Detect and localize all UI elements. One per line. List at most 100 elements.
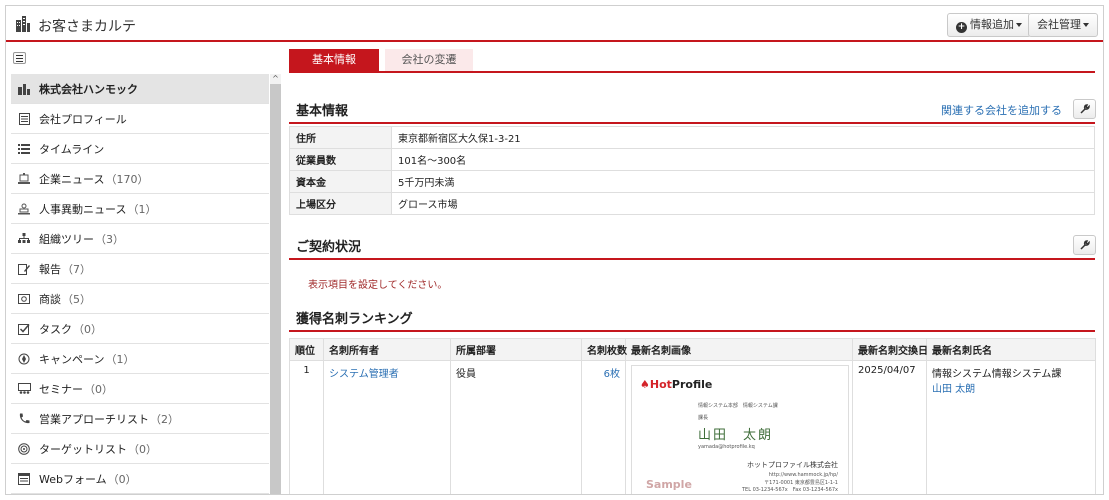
sidebar-item-count: （7） [62,262,91,276]
sidebar-item-count: （2） [150,412,179,426]
owner-link[interactable]: システム管理者 [329,369,399,380]
card-dept: 情報システム本部 情報システム課 [698,403,778,409]
building-logo-icon [16,16,30,32]
table-row: 住所 東京都新宿区大久保1-3-21 [289,126,1095,149]
info-value: 101名～300名 [391,148,1095,171]
card-sample-watermark: Sample [646,478,692,491]
sidebar-item-label: 営業アプローチリスト [39,412,149,426]
sidebar-list: 株式会社ハンモック 会社プロフィール タイムライン 企業ニュース （170） 人… [11,74,269,494]
card-url: http://www.hammock.jp/hp/ [768,472,838,478]
info-key: 上場区分 [289,192,392,215]
sidebar-item-seminar[interactable]: セミナー （0） [11,374,269,404]
document-icon [17,112,31,126]
sidebar-item-label: セミナー [39,382,83,396]
card-email: yamada@hotprofile.kq [698,444,755,450]
contract-notice: 表示項目を設定してください。 [308,280,448,291]
scroll-up-arrow-icon[interactable]: ^ [270,74,281,84]
sidebar-item-timeline[interactable]: タイムライン [11,134,269,164]
business-card-image[interactable]: ♠HotProfile 情報システム本部 情報システム課 課長 山田 太朗 ya… [631,365,849,494]
sidebar-item-label: 報告 [39,262,61,276]
caret-down-icon [1016,23,1022,27]
table-row: 1 システム管理者 役員 6枚 ♠HotProfile 情報システム本部 情報シ… [289,360,1096,494]
exchange-date-cell: 2025/04/07 [852,360,927,494]
sidebar-item-target-list[interactable]: ターゲットリスト （0） [11,434,269,464]
sidebar-scrollbar[interactable] [270,74,281,494]
contract-divider [289,258,1095,260]
sidebar-item-label: Webフォーム [39,472,107,486]
column-header: 名刺枚数 [581,338,627,361]
sidebar: 株式会社ハンモック 会社プロフィール タイムライン 企業ニュース （170） 人… [6,44,282,494]
sidebar-item-label: 人事異動ニュース [39,202,127,216]
tab-underline [289,71,1095,73]
flame-icon: ♠ [640,378,650,391]
sidebar-item-label: キャンペーン [39,352,105,366]
sidebar-item-webform[interactable]: Webフォーム （0） [11,464,269,494]
phone-icon [17,412,31,426]
app-window: お客さまカルテ + 情報追加 会社管理 株式会社ハンモック 会社プロフィール タ… [5,5,1104,495]
column-header: 最新名刺氏名 [926,338,1096,361]
add-info-button[interactable]: + 情報追加 [947,13,1031,37]
basic-info-settings-button[interactable] [1073,99,1096,119]
latest-department: 情報システム情報システム課 [932,369,1062,380]
info-key: 従業員数 [289,148,392,171]
sidebar-item-count: （3） [95,232,124,246]
latest-name-link[interactable]: 山田 太朗 [932,380,1090,395]
info-value: 5千万円未満 [391,170,1095,193]
basic-info-divider [289,122,1095,124]
card-logo: ♠HotProfile [640,378,713,391]
report-icon [17,262,31,276]
sidebar-item-label: 組織ツリー [39,232,94,246]
info-key: 資本金 [289,170,392,193]
company-admin-button[interactable]: 会社管理 [1028,13,1098,37]
table-header-row: 順位 名刺所有者 所属部署 名刺枚数 最新名刺画像 最新名刺交換日 最新名刺氏名 [289,338,1096,361]
building-icon [17,82,31,96]
sidebar-item-count: （0） [128,442,157,456]
company-admin-label: 会社管理 [1037,18,1081,31]
list-icon [17,142,31,156]
card-name: 山田 太朗 [698,428,774,443]
table-row: 上場区分 グロース市場 [289,192,1095,215]
column-header: 最新名刺画像 [625,338,853,361]
org-tree-icon [17,232,31,246]
sidebar-item-label: 株式会社ハンモック [39,82,138,96]
sidebar-item-deal[interactable]: 商談 （5） [11,284,269,314]
department-cell: 役員 [450,360,582,494]
add-related-company-link[interactable]: 関連する会社を追加する [941,102,1062,118]
sidebar-item-company[interactable]: 株式会社ハンモック [11,74,269,104]
ranking-divider [289,330,1095,332]
sidebar-toggle-icon[interactable] [13,52,26,64]
tab-company-history[interactable]: 会社の変遷 [385,49,473,71]
sidebar-item-label: 商談 [39,292,61,306]
count-cell: 6枚 [581,360,626,494]
sidebar-item-personnel-news[interactable]: 人事異動ニュース （1） [11,194,269,224]
contract-settings-button[interactable] [1073,235,1096,255]
sidebar-item-task[interactable]: タスク （0） [11,314,269,344]
column-header: 名刺所有者 [323,338,451,361]
sidebar-item-label: ターゲットリスト [39,442,127,456]
task-check-icon [17,322,31,336]
ranking-title: 獲得名刺ランキング [296,312,413,327]
contract-title: ご契約状況 [296,240,362,255]
sidebar-item-count: （1） [127,202,157,216]
sidebar-item-org-tree[interactable]: 組織ツリー （3） [11,224,269,254]
tab-basic-info[interactable]: 基本情報 [289,49,379,71]
card-count-link[interactable]: 6枚 [604,369,620,380]
news-icon [17,172,31,186]
sidebar-item-campaign[interactable]: キャンペーン （1） [11,344,269,374]
sidebar-item-count: （0） [73,322,102,336]
seminar-icon [17,382,31,396]
ranking-table: 順位 名刺所有者 所属部署 名刺枚数 最新名刺画像 最新名刺交換日 最新名刺氏名… [289,338,1096,494]
main-content: 基本情報 会社の変遷 基本情報 関連する会社を追加する 住所 東京都新宿区大久保… [286,44,1098,494]
table-row: 資本金 5千万円未満 [289,170,1095,193]
info-value: 東京都新宿区大久保1-3-21 [391,126,1095,149]
sidebar-item-sales-approach[interactable]: 営業アプローチリスト （2） [11,404,269,434]
info-key: 住所 [289,126,392,149]
sidebar-item-profile[interactable]: 会社プロフィール [11,104,269,134]
sidebar-item-report[interactable]: 報告 （7） [11,254,269,284]
basic-info-title: 基本情報 [296,104,349,119]
card-title: 課長 [698,415,709,421]
card-company: ホットプロファイル株式会社 [747,461,838,469]
app-title: お客さまカルテ [38,19,136,35]
sidebar-item-company-news[interactable]: 企業ニュース （170） [11,164,269,194]
basic-info-table: 住所 東京都新宿区大久保1-3-21 従業員数 101名～300名 資本金 5千… [289,126,1095,215]
